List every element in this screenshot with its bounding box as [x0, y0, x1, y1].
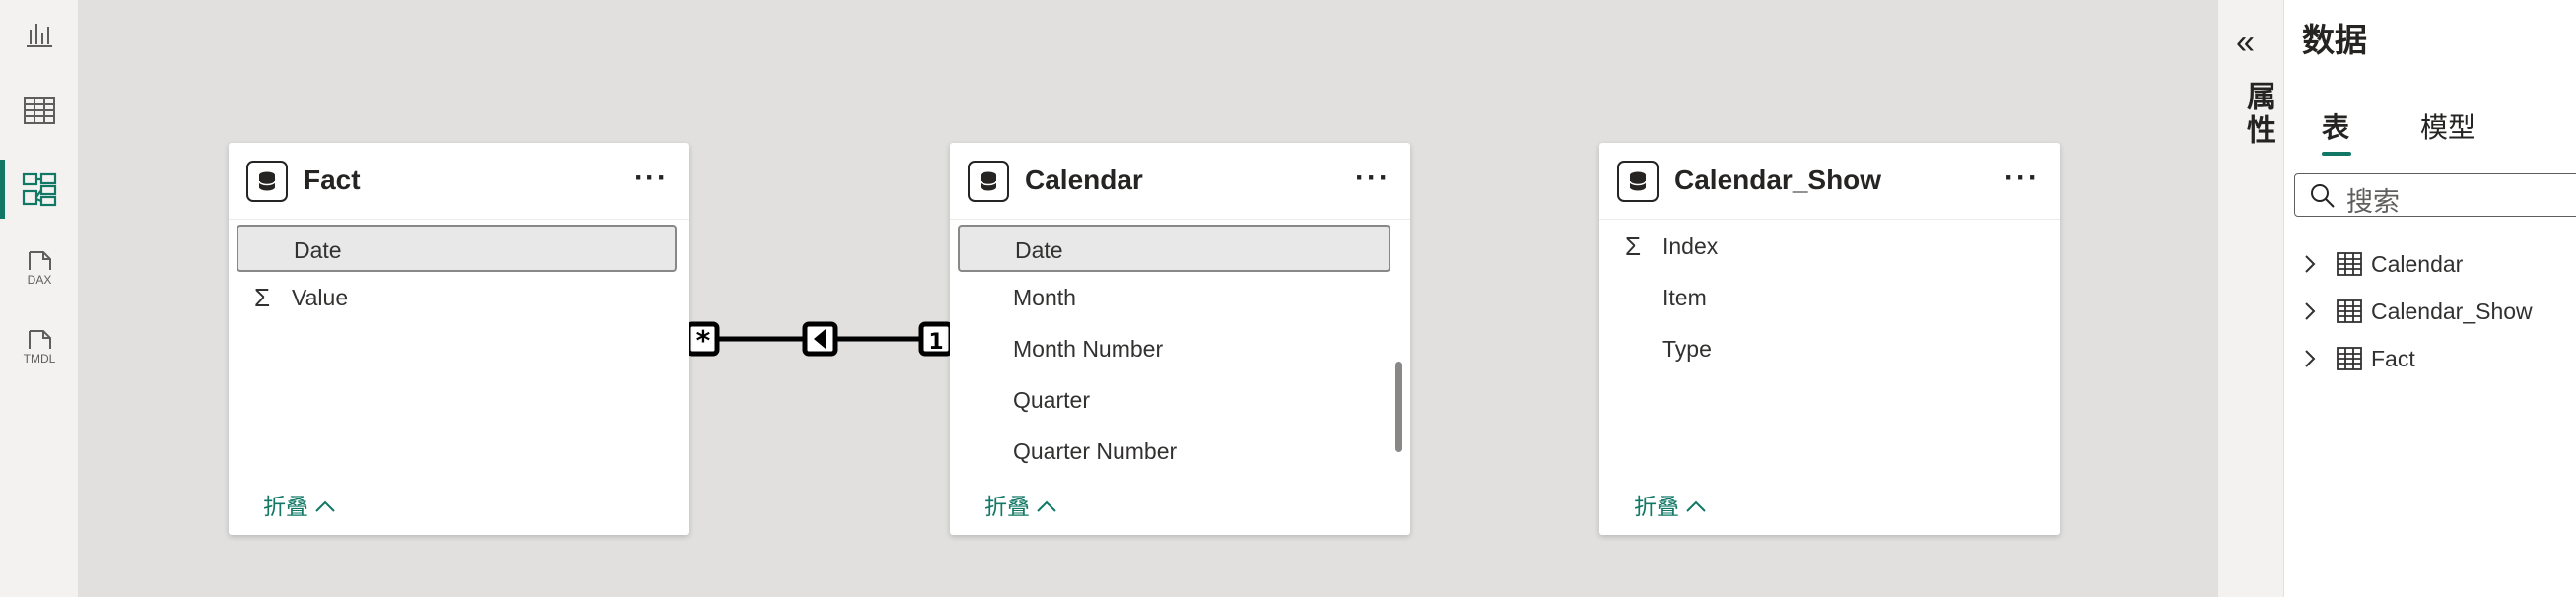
view-rail: DAX TMDL — [0, 0, 79, 597]
field-quarter-number[interactable]: Quarter Number — [958, 428, 1398, 475]
svg-text:TMDL: TMDL — [24, 352, 56, 365]
data-pane-title: 数据 — [2302, 22, 2367, 58]
table-card-header[interactable]: Calendar ··· — [950, 143, 1410, 220]
collapse-link[interactable]: 折叠 — [984, 492, 1057, 521]
field-month-number[interactable]: Month Number — [958, 325, 1398, 372]
field-quarter[interactable]: Quarter — [958, 376, 1398, 424]
properties-pane-label[interactable]: 属性 — [2236, 81, 2279, 148]
table-card-fact[interactable]: Fact ··· Date Σ Value 折叠 — [229, 143, 689, 535]
field-value[interactable]: Σ Value — [237, 274, 677, 321]
table-view-button[interactable] — [0, 77, 79, 144]
search-icon — [2311, 184, 2335, 208]
table-card-header[interactable]: Fact ··· — [229, 143, 689, 220]
field-label: Date — [294, 237, 342, 263]
chevron-up-icon — [315, 500, 335, 512]
table-card-calendar[interactable]: Calendar ··· Date Month Month Number Qua… — [950, 143, 1410, 535]
model-view-button[interactable] — [0, 156, 79, 223]
field-label: Month Number — [1013, 336, 1164, 362]
database-icon — [968, 161, 1009, 202]
table-icon — [2336, 298, 2363, 324]
search-input[interactable]: 搜索 — [2346, 180, 2400, 219]
database-icon — [246, 161, 288, 202]
chevron-up-icon — [1037, 500, 1056, 512]
field-date[interactable]: Date — [237, 225, 677, 272]
tab-tables[interactable]: 表 — [2322, 106, 2349, 146]
tab-model[interactable]: 模型 — [2420, 106, 2475, 146]
table-title: Calendar_Show — [1674, 165, 1882, 195]
collapse-label: 折叠 — [984, 494, 1030, 519]
active-tab-indicator — [2322, 152, 2351, 156]
model-canvas[interactable]: * 1 Fact ··· Date Σ Value 折叠 Calendar ··… — [79, 0, 2217, 597]
table-card-header[interactable]: Calendar_Show ··· — [1599, 143, 2060, 220]
more-options-icon[interactable]: ··· — [634, 164, 669, 193]
field-label: Item — [1662, 285, 1707, 310]
more-options-icon[interactable]: ··· — [2004, 164, 2040, 193]
model-icon — [22, 172, 57, 207]
dax-query-view-button[interactable]: DAX — [0, 234, 79, 301]
report-view-button[interactable] — [0, 0, 79, 67]
field-label: Type — [1662, 336, 1712, 362]
database-icon — [1617, 161, 1659, 202]
chevron-right-icon[interactable] — [2304, 301, 2326, 321]
bar-chart-icon — [27, 24, 52, 47]
tree-item-label: Calendar — [2371, 250, 2464, 277]
expand-properties-icon[interactable]: « — [2236, 24, 2255, 62]
tree-item-calendar[interactable]: Calendar — [2304, 246, 2463, 282]
collapse-label: 折叠 — [263, 494, 308, 519]
search-box[interactable]: 搜索 — [2294, 173, 2576, 217]
tree-item-calendar-show[interactable]: Calendar_Show — [2304, 294, 2533, 329]
field-month[interactable]: Month — [958, 274, 1398, 321]
svg-text:DAX: DAX — [28, 273, 52, 287]
field-label: Value — [292, 285, 349, 310]
table-icon — [2336, 346, 2363, 371]
more-options-icon[interactable]: ··· — [1355, 164, 1390, 193]
field-label: Date — [1015, 237, 1063, 263]
many-cardinality-marker: * — [696, 324, 711, 357]
collapse-label: 折叠 — [1634, 494, 1679, 519]
tmdl-icon: TMDL — [24, 330, 56, 365]
chevron-right-icon[interactable] — [2304, 254, 2326, 274]
one-cardinality-marker: 1 — [928, 330, 943, 355]
chevron-right-icon[interactable] — [2304, 349, 2326, 368]
field-label: Quarter — [1013, 387, 1090, 413]
field-list-scrollbar[interactable] — [1395, 362, 1402, 452]
field-item[interactable]: Item — [1607, 274, 2048, 321]
field-type[interactable]: Type — [1607, 325, 2048, 372]
tmdl-view-button[interactable]: TMDL — [0, 313, 79, 380]
sum-icon: Σ — [254, 283, 271, 312]
sum-icon: Σ — [1625, 232, 1642, 261]
tree-item-fact[interactable]: Fact — [2304, 341, 2415, 376]
tree-item-label: Fact — [2371, 345, 2415, 371]
field-date[interactable]: Date — [958, 225, 1390, 272]
tree-item-label: Calendar_Show — [2371, 298, 2533, 324]
table-title: Fact — [304, 165, 361, 195]
properties-pane-collapsed: « 属性 — [2217, 0, 2284, 597]
collapse-link[interactable]: 折叠 — [263, 492, 336, 521]
dax-icon: DAX — [28, 251, 52, 287]
field-index[interactable]: Σ Index — [1607, 223, 2048, 270]
table-title: Calendar — [1025, 165, 1143, 195]
data-pane: 数据 表 模型 搜索 Calendar Calendar_Show Fact — [2284, 0, 2576, 597]
table-card-calendar-show[interactable]: Calendar_Show ··· Σ Index Item Type 折叠 — [1599, 143, 2060, 535]
field-label: Quarter Number — [1013, 438, 1178, 464]
field-label: Month — [1013, 285, 1076, 310]
table-grid-icon — [24, 97, 55, 124]
table-icon — [2336, 251, 2363, 277]
field-label: Index — [1662, 233, 1719, 259]
chevron-up-icon — [1686, 500, 1706, 512]
collapse-link[interactable]: 折叠 — [1634, 492, 1707, 521]
